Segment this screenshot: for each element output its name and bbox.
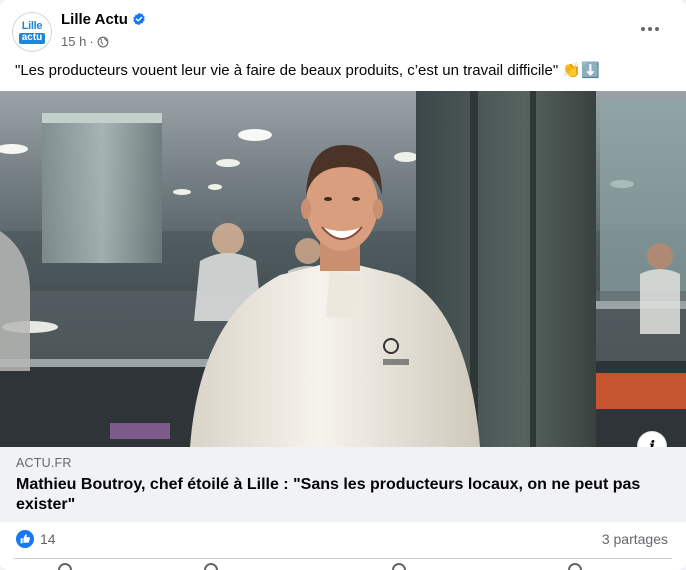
post-meta: 15 h · (61, 34, 109, 49)
like-icon[interactable] (16, 530, 34, 548)
share-action-icon[interactable] (568, 563, 582, 570)
comment-action-icon[interactable] (204, 563, 218, 570)
link-title[interactable]: Mathieu Boutroy, chef étoilé à Lille : "… (16, 475, 656, 515)
link-preview[interactable]: ACTU.FR Mathieu Boutroy, chef étoilé à L… (0, 447, 686, 522)
post-stats: 14 3 partages (0, 522, 686, 556)
post-caption: "Les producteurs vouent leur vie à faire… (15, 62, 600, 79)
page-avatar[interactable]: Lille actu (12, 12, 52, 52)
post-card: Lille actu Lille Actu 15 h · "Les produc… (0, 0, 686, 570)
post-header: Lille actu Lille Actu 15 h · (0, 0, 686, 60)
globe-icon[interactable] (97, 36, 109, 48)
page-name-link[interactable]: Lille Actu (61, 11, 128, 28)
link-preview-image[interactable] (0, 91, 686, 447)
reaction-count[interactable]: 14 (40, 531, 56, 547)
share-count[interactable]: 3 partages (602, 531, 668, 547)
verified-badge-icon (133, 12, 145, 26)
post-timestamp[interactable]: 15 h (61, 34, 86, 49)
meta-separator: · (89, 34, 94, 49)
like-action-icon[interactable] (58, 563, 72, 570)
more-options-button[interactable] (637, 20, 663, 38)
send-action-icon[interactable] (392, 563, 406, 570)
avatar-logo-text: Lille (21, 19, 43, 32)
link-domain: ACTU.FR (16, 456, 72, 470)
more-options-icon (641, 27, 659, 31)
avatar-logo-text-secondary: actu (18, 32, 46, 44)
action-divider (14, 558, 672, 559)
chef-kitchen-photo (0, 91, 686, 447)
